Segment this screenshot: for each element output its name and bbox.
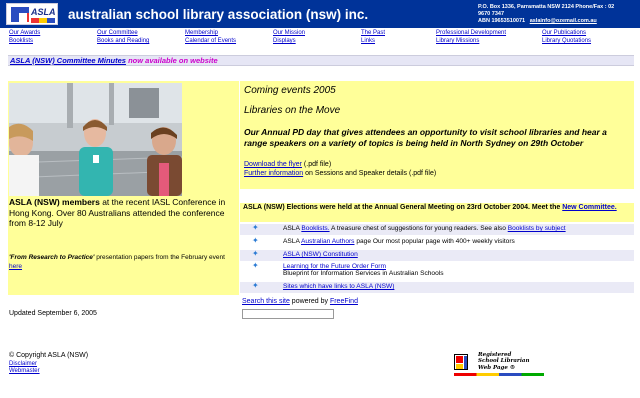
events-heading: Coming events 2005 xyxy=(244,85,336,96)
australian-authors-link[interactable]: Australian Authors xyxy=(301,238,355,245)
nav-links[interactable]: Links xyxy=(361,37,375,45)
nav-calendar-of-events[interactable]: Calendar of Events xyxy=(185,37,236,45)
list-item: ✦ ASLA (NSW) Constitution xyxy=(240,250,634,261)
item-prefix: ASLA xyxy=(283,238,301,245)
new-committee-link[interactable]: New Committee. xyxy=(562,204,616,211)
search-input[interactable] xyxy=(242,309,334,319)
logo-colour-stripe xyxy=(31,18,55,23)
conference-caption: ASLA (NSW) members at the recent IASL Co… xyxy=(9,197,237,229)
photo-illustration xyxy=(9,83,182,196)
item-text: A treasure chest of suggestions for youn… xyxy=(329,225,508,232)
list-item: ✦ ASLA Australian Authors page Our most … xyxy=(240,237,634,248)
star-bullet-icon: ✦ xyxy=(252,223,259,232)
caption-bold: ASLA (NSW) members xyxy=(9,197,100,207)
logo-text: ASLA xyxy=(31,7,56,17)
badge-line-2: School Librarian xyxy=(478,358,530,365)
copyright: © Copyright ASLA (NSW) xyxy=(9,352,89,359)
nav-our-publications[interactable]: Our Publications xyxy=(542,29,586,37)
committee-minutes-link[interactable]: ASLA (NSW) Committee Minutes xyxy=(10,56,126,65)
events-panel: Coming events 2005 Libraries on the Move… xyxy=(240,81,634,189)
minutes-banner: ASLA (NSW) Committee Minutes now availab… xyxy=(8,55,634,66)
events-subheading: Libraries on the Move xyxy=(244,105,341,116)
badge-logo-icon xyxy=(454,354,468,370)
badge-text: Registered School Librarian Web Page ® xyxy=(478,352,529,371)
further-information-link[interactable]: Further information xyxy=(244,170,303,177)
conference-photo xyxy=(9,83,182,196)
site-search: Search this site powered by FreeFind xyxy=(242,298,358,305)
email-link[interactable]: aslainfo@ozemail.com.au xyxy=(530,18,597,24)
resource-links-list: ✦ ASLA Booklists. A treasure chest of su… xyxy=(240,224,634,294)
flyer-note: (.pdf file) xyxy=(301,161,332,168)
registered-web-page-badge[interactable]: Registered School Librarian Web Page ® xyxy=(450,352,548,378)
item-text: page Our most popular page with 400+ wee… xyxy=(354,238,515,245)
item-prefix: ASLA xyxy=(283,225,302,232)
sites-linking-link[interactable]: Sites which have links to ASLA (NSW) xyxy=(283,283,394,290)
nav-the-past[interactable]: The Past xyxy=(361,29,385,37)
book-icon xyxy=(11,7,29,22)
star-bullet-icon: ✦ xyxy=(252,236,259,245)
star-bullet-icon: ✦ xyxy=(252,249,259,258)
elections-notice: ASLA (NSW) Elections were held at the An… xyxy=(240,203,634,222)
nav-professional-development[interactable]: Professional Development xyxy=(436,29,506,37)
contact-address: P.O. Box 1336, Parramatta NSW 2124 Phone… xyxy=(478,4,615,10)
info-note: on Sessions and Speaker details (.pdf fi… xyxy=(303,170,437,177)
elections-text: ASLA (NSW) Elections were held at the An… xyxy=(243,204,563,211)
nav-displays[interactable]: Displays xyxy=(273,37,296,45)
booklists-by-subject-link[interactable]: Booklists by subject xyxy=(508,225,566,232)
contact-block: P.O. Box 1336, Parramatta NSW 2124 Phone… xyxy=(478,4,638,25)
freefind-link[interactable]: FreeFind xyxy=(330,298,358,305)
research-title: 'From Research to Practice' xyxy=(9,254,95,261)
order-form-link[interactable]: Learning for the Future Order Form xyxy=(283,263,386,270)
nav-books-and-reading[interactable]: Books and Reading xyxy=(97,37,149,45)
webmaster-link[interactable]: Webmaster xyxy=(9,368,40,374)
research-text: presentation papers from the February ev… xyxy=(94,254,225,261)
events-description: Our Annual PD day that gives attendees a… xyxy=(244,127,607,148)
research-here-link[interactable]: here xyxy=(9,263,22,270)
info-line: Further information on Sessions and Spea… xyxy=(244,169,436,178)
order-form-description: Blueprint for Information Services in Au… xyxy=(283,270,444,277)
badge-colour-bar xyxy=(454,373,544,376)
badge-line-3: Web Page ® xyxy=(478,364,516,371)
disclaimer-link[interactable]: Disclaimer xyxy=(9,361,37,367)
list-item: ✦ Sites which have links to ASLA (NSW) xyxy=(240,282,634,293)
nav-bar: Our Awards Booklists Our Committee Books… xyxy=(0,28,640,46)
list-item: ✦ Learning for the Future Order Form Blu… xyxy=(240,262,634,282)
nav-booklists[interactable]: Booklists xyxy=(9,37,33,45)
flyer-line: Download the flyer (.pdf file) xyxy=(244,160,331,169)
booklists-link[interactable]: Booklists. xyxy=(301,225,329,232)
minutes-note: now available on website xyxy=(125,56,218,65)
nav-library-missions[interactable]: Library Missions xyxy=(436,37,479,45)
last-updated: Updated September 6, 2005 xyxy=(9,310,97,317)
list-item: ✦ ASLA Booklists. A treasure chest of su… xyxy=(240,224,634,235)
star-bullet-icon: ✦ xyxy=(252,281,259,290)
site-header: ASLA australian school library associati… xyxy=(0,0,640,28)
contact-phone: 9670 7347 xyxy=(478,11,504,17)
research-note: 'From Research to Practice' presentation… xyxy=(9,254,237,271)
nav-library-quotations[interactable]: Library Quotations xyxy=(542,37,591,45)
nav-our-mission[interactable]: Our Mission xyxy=(273,29,305,37)
star-bullet-icon: ✦ xyxy=(252,261,259,270)
nav-our-awards[interactable]: Our Awards xyxy=(9,29,40,37)
search-site-link[interactable]: Search this site xyxy=(242,298,290,305)
search-powered-by: powered by xyxy=(289,298,330,305)
nav-our-committee[interactable]: Our Committee xyxy=(97,29,138,37)
download-flyer-link[interactable]: Download the flyer xyxy=(244,161,302,168)
asla-logo[interactable]: ASLA xyxy=(6,3,58,25)
contact-abn: ABN 19653510071 xyxy=(478,18,526,24)
nav-membership[interactable]: Membership xyxy=(185,29,218,37)
site-title: australian school library association (n… xyxy=(68,7,369,22)
constitution-link[interactable]: ASLA (NSW) Constitution xyxy=(283,251,358,258)
left-news-panel: ASLA (NSW) members at the recent IASL Co… xyxy=(8,81,239,295)
